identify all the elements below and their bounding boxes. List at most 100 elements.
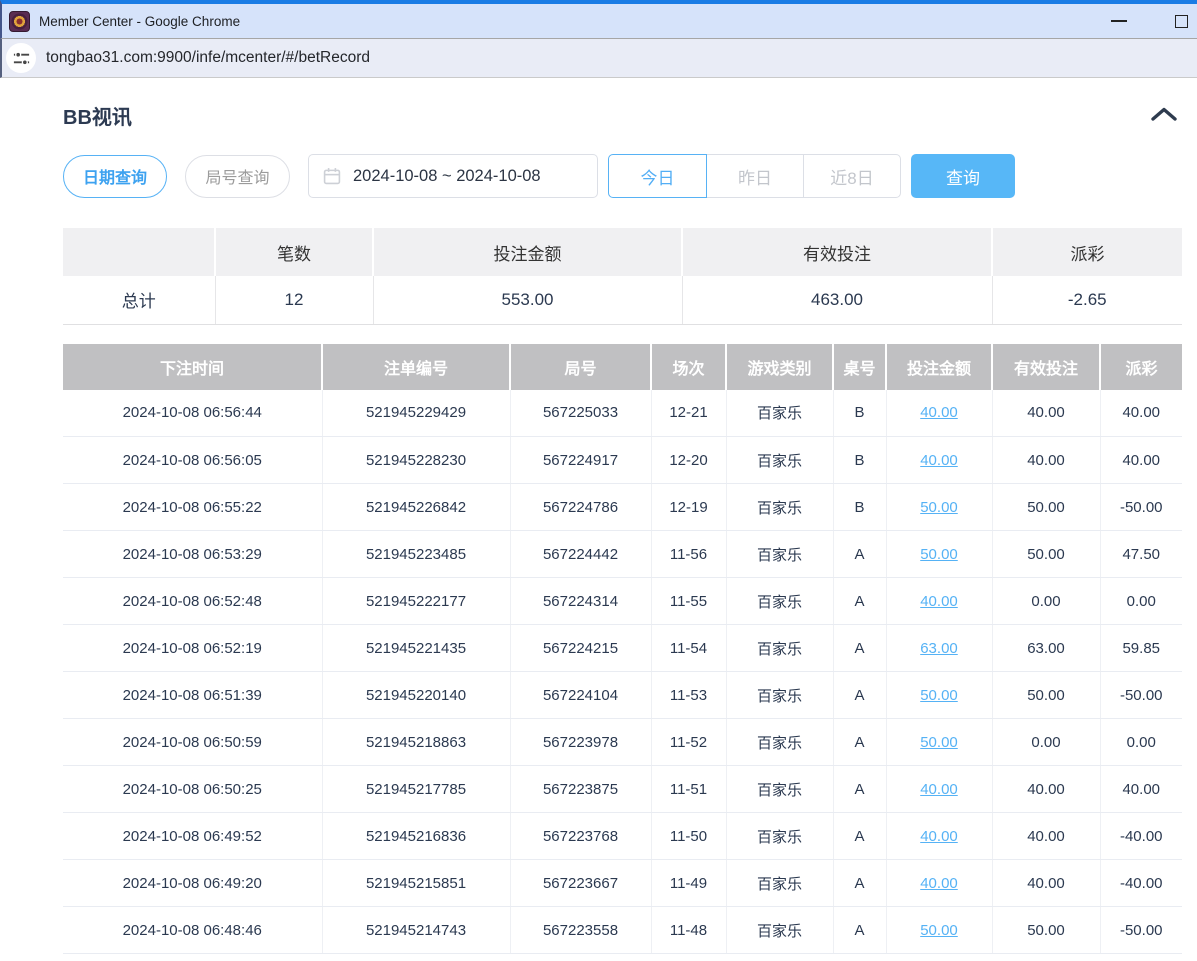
table-no-cell: B [833,484,886,531]
bet-amount-link[interactable]: 40.00 [920,593,958,610]
bet-time-cell: 2024-10-08 06:52:48 [63,578,322,625]
session-cell: 11-51 [651,766,726,813]
header-game-type: 游戏类别 [726,344,833,390]
bet-amount-link[interactable]: 50.00 [920,922,958,939]
order-id-cell: 521945228230 [322,437,510,484]
site-settings-button[interactable] [6,43,36,73]
calendar-icon [323,167,341,185]
table-no-cell: B [833,390,886,437]
summary-header-row: 笔数 投注金额 有效投注 派彩 [63,228,1182,276]
bet-time-cell: 2024-10-08 06:56:05 [63,437,322,484]
bet-amount-link[interactable]: 40.00 [920,452,958,469]
game-type-cell: 百家乐 [726,672,833,719]
bet-amount-cell: 50.00 [886,672,992,719]
header-session: 场次 [651,344,726,390]
bet-time-cell: 2024-10-08 06:50:25 [63,766,322,813]
round-query-tab[interactable]: 局号查询 [185,155,290,198]
search-button[interactable]: 查询 [911,154,1015,198]
chevron-up-icon [1150,106,1178,122]
bet-table-body: 2024-10-08 06:56:44521945229429567225033… [63,390,1182,954]
bet-table-header-row: 下注时间 注单编号 局号 场次 游戏类别 桌号 投注金额 有效投注 派彩 [63,344,1182,390]
table-no-cell: A [833,766,886,813]
table-row: 2024-10-08 06:49:20521945215851567223667… [63,860,1182,907]
table-row: 2024-10-08 06:52:19521945221435567224215… [63,625,1182,672]
bet-amount-link[interactable]: 40.00 [920,404,958,421]
session-cell: 11-52 [651,719,726,766]
collapse-section-button[interactable] [1146,106,1182,125]
session-cell: 11-56 [651,531,726,578]
session-cell: 12-20 [651,437,726,484]
table-row: 2024-10-08 06:53:29521945223485567224442… [63,531,1182,578]
game-type-cell: 百家乐 [726,531,833,578]
valid-bet-cell: 0.00 [992,719,1100,766]
table-no-cell: A [833,531,886,578]
order-id-cell: 521945226842 [322,484,510,531]
bet-amount-cell: 40.00 [886,390,992,437]
tune-icon [12,49,31,68]
bet-amount-link[interactable]: 40.00 [920,781,958,798]
date-query-tab[interactable]: 日期查询 [63,155,167,198]
bet-amount-link[interactable]: 50.00 [920,734,958,751]
valid-bet-cell: 50.00 [992,531,1100,578]
filter-toolbar: 日期查询 局号查询 2024-10-08 ~ 2024-10-08 今日 昨日 … [63,154,1182,198]
round-id-cell: 567223558 [510,907,651,954]
session-cell: 11-50 [651,813,726,860]
header-bet-time: 下注时间 [63,344,322,390]
yesterday-button[interactable]: 昨日 [706,154,804,198]
minimize-icon [1111,20,1127,22]
payout-cell: -50.00 [1100,672,1182,719]
summary-header-payout: 派彩 [992,228,1182,276]
today-button[interactable]: 今日 [608,154,707,198]
header-payout: 派彩 [1100,344,1182,390]
minimize-button[interactable] [1107,20,1131,22]
session-cell: 11-54 [651,625,726,672]
summary-total-label: 总计 [63,276,215,324]
session-cell: 12-19 [651,484,726,531]
window-titlebar[interactable]: Member Center - Google Chrome [0,0,1197,39]
summary-payout-value: -2.65 [992,276,1182,324]
date-range-picker[interactable]: 2024-10-08 ~ 2024-10-08 [308,154,598,198]
header-table-no: 桌号 [833,344,886,390]
summary-valid-bet-value: 463.00 [682,276,992,324]
table-no-cell: A [833,907,886,954]
payout-cell: 40.00 [1100,390,1182,437]
quick-date-group: 今日 昨日 近8日 [608,154,901,198]
url-text[interactable]: tongbao31.com:9900/infe/mcenter/#/betRec… [46,49,370,67]
game-type-cell: 百家乐 [726,860,833,907]
table-no-cell: A [833,860,886,907]
payout-cell: -50.00 [1100,484,1182,531]
session-cell: 12-21 [651,390,726,437]
table-row: 2024-10-08 06:50:59521945218863567223978… [63,719,1182,766]
round-id-cell: 567224442 [510,531,651,578]
bet-amount-link[interactable]: 63.00 [920,640,958,657]
payout-cell: 0.00 [1100,719,1182,766]
bet-amount-link[interactable]: 40.00 [920,828,958,845]
bet-amount-link[interactable]: 50.00 [920,499,958,516]
game-type-cell: 百家乐 [726,578,833,625]
bet-amount-link[interactable]: 50.00 [920,546,958,563]
summary-header-bet-amount: 投注金额 [373,228,682,276]
table-no-cell: A [833,625,886,672]
game-type-cell: 百家乐 [726,907,833,954]
last-8-days-button[interactable]: 近8日 [803,154,901,198]
bet-time-cell: 2024-10-08 06:49:20 [63,860,322,907]
bet-amount-cell: 50.00 [886,719,992,766]
bet-amount-link[interactable]: 50.00 [920,687,958,704]
order-id-cell: 521945214743 [322,907,510,954]
payout-cell: 40.00 [1100,437,1182,484]
bet-time-cell: 2024-10-08 06:52:19 [63,625,322,672]
bet-amount-link[interactable]: 40.00 [920,875,958,892]
summary-count-value: 12 [215,276,373,324]
summary-table: 笔数 投注金额 有效投注 派彩 总计 12 553.00 463.00 -2.6… [63,228,1182,325]
round-id-cell: 567223875 [510,766,651,813]
session-cell: 11-55 [651,578,726,625]
date-range-value: 2024-10-08 ~ 2024-10-08 [353,167,541,186]
game-type-cell: 百家乐 [726,766,833,813]
table-row: 2024-10-08 06:56:44521945229429567225033… [63,390,1182,437]
game-type-cell: 百家乐 [726,719,833,766]
window-title: Member Center - Google Chrome [39,14,240,29]
maximize-button[interactable] [1171,15,1192,28]
table-no-cell: B [833,437,886,484]
address-bar[interactable]: tongbao31.com:9900/infe/mcenter/#/betRec… [0,39,1197,78]
order-id-cell: 521945229429 [322,390,510,437]
